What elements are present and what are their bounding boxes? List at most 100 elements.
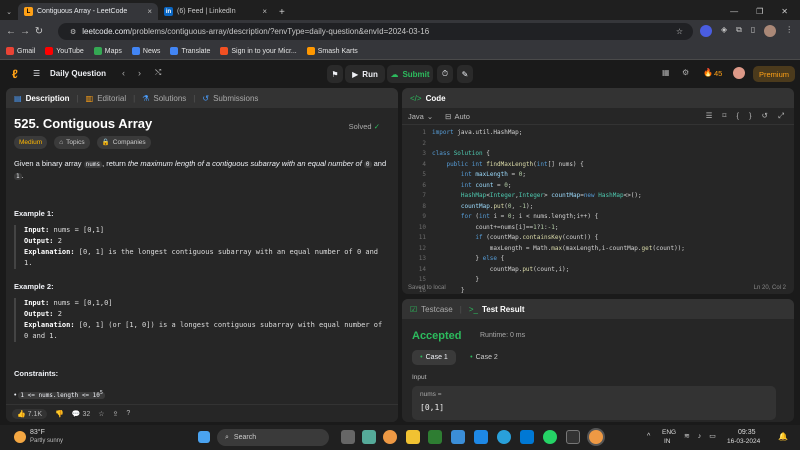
- extensions-puzzle-icon[interactable]: ⧉: [736, 25, 742, 37]
- code-line[interactable]: int maxLength = 0;: [432, 170, 526, 181]
- run-button[interactable]: ▶ Run: [345, 65, 385, 83]
- taskbar-search[interactable]: ⌕ Search: [217, 429, 329, 446]
- notes-icon[interactable]: ✎: [457, 65, 473, 83]
- case-1-button[interactable]: • Case 1: [412, 350, 456, 365]
- maximize-icon[interactable]: ❐: [756, 7, 763, 16]
- leetcode-logo-icon[interactable]: ℓ: [12, 67, 18, 81]
- language-code[interactable]: ENG: [662, 429, 676, 436]
- like-button[interactable]: 👍 7.1K: [12, 408, 48, 419]
- language-select[interactable]: Java: [408, 112, 424, 121]
- timer-icon[interactable]: ⏱: [437, 65, 453, 83]
- check-circle-icon: ✓: [373, 122, 380, 131]
- code-line[interactable]: HashMap<Integer,Integer> countMap=new Ha…: [432, 191, 642, 202]
- bookmark-news[interactable]: News: [131, 47, 160, 55]
- clock-time[interactable]: 09:35: [738, 429, 756, 436]
- tab-description[interactable]: Description: [26, 94, 70, 103]
- code-line[interactable]: for (int i = 0; i < nums.length;i++) {: [432, 212, 598, 223]
- vscode-icon[interactable]: [520, 430, 534, 444]
- forward-icon[interactable]: →: [18, 26, 32, 37]
- premium-button[interactable]: Premium: [753, 66, 795, 82]
- extension-icon[interactable]: ◈: [721, 25, 727, 37]
- code-line[interactable]: }: [432, 275, 479, 286]
- bookmark-microsoft[interactable]: Sign in to your Micr...: [220, 47, 297, 55]
- minimize-icon[interactable]: —: [730, 7, 738, 16]
- next-problem-icon[interactable]: ›: [138, 68, 141, 78]
- companies-button[interactable]: 🔒 Companies: [96, 136, 151, 149]
- shuffle-icon[interactable]: ⤭: [155, 68, 161, 78]
- settings-gear-icon[interactable]: ⚙: [682, 68, 689, 77]
- bookmark-star-icon[interactable]: ☆: [676, 27, 683, 36]
- bookmark-label: Smash Karts: [317, 47, 358, 55]
- back-icon[interactable]: ←: [4, 26, 18, 37]
- code-line[interactable]: count+=nums[i]==1?1:-1;: [432, 223, 558, 234]
- prev-problem-icon[interactable]: ‹: [122, 68, 125, 78]
- store-icon[interactable]: [428, 430, 442, 444]
- code-line[interactable]: int count = 0;: [432, 181, 512, 192]
- tab-submissions[interactable]: Submissions: [213, 94, 258, 103]
- code-line[interactable]: maxLength = Math.max(maxLength,i-countMa…: [432, 244, 685, 255]
- tab-search-icon[interactable]: ⌄: [0, 3, 18, 20]
- code-line[interactable]: class Solution {: [432, 149, 490, 160]
- case-2-button[interactable]: • Case 2: [462, 350, 506, 365]
- topics-button[interactable]: ⌂ Topics: [54, 136, 90, 149]
- difficulty-badge[interactable]: Medium: [14, 136, 48, 149]
- mail-icon[interactable]: [451, 430, 465, 444]
- code-line[interactable]: if (countMap.containsKey(count)) {: [432, 233, 598, 244]
- user-avatar[interactable]: [733, 67, 745, 79]
- code-line[interactable]: countMap.put(count,i);: [432, 265, 569, 276]
- sidepanel-icon[interactable]: ▯: [751, 25, 755, 37]
- whatsapp-icon[interactable]: [543, 430, 557, 444]
- notifications-icon[interactable]: 🔔: [778, 432, 788, 441]
- streak-fire-icon[interactable]: 🔥: [703, 68, 713, 77]
- code-line[interactable]: import java.util.HashMap;: [432, 128, 522, 139]
- window-close-icon[interactable]: ✕: [781, 7, 788, 16]
- daily-question-link[interactable]: Daily Question: [50, 69, 106, 78]
- editor-actions[interactable]: ☰ ⌑ { } ↺ ⤢: [706, 111, 788, 121]
- tray-chevron-icon[interactable]: ^: [647, 433, 650, 440]
- site-info-icon[interactable]: ⚙: [70, 28, 76, 36]
- share-icon[interactable]: ⇪: [113, 410, 119, 418]
- code-line[interactable]: } else {: [432, 254, 504, 265]
- close-icon[interactable]: ×: [147, 7, 152, 16]
- new-tab-button[interactable]: +: [273, 7, 291, 20]
- bookmark-smash-karts[interactable]: Smash Karts: [306, 47, 358, 55]
- submit-button[interactable]: ☁ Submit: [387, 65, 433, 83]
- bookmark-maps[interactable]: Maps: [93, 47, 122, 55]
- layout-icon[interactable]: ▦: [662, 68, 670, 77]
- problem-list-icon[interactable]: ☰: [33, 69, 40, 78]
- bookmark-youtube[interactable]: YouTube: [45, 47, 84, 55]
- task-view-icon[interactable]: [341, 430, 355, 444]
- tab-test-result[interactable]: Test Result: [482, 305, 525, 314]
- bookmark-translate[interactable]: Translate: [170, 47, 210, 55]
- tray-icons[interactable]: ≋ ♪ ▭: [684, 432, 719, 440]
- notion-icon[interactable]: [566, 430, 580, 444]
- profile-avatar[interactable]: [764, 25, 777, 37]
- edge-icon[interactable]: [474, 430, 488, 444]
- telegram-icon[interactable]: [497, 430, 511, 444]
- tab-testcase[interactable]: Testcase: [421, 305, 453, 314]
- windows-start-icon[interactable]: [198, 431, 210, 443]
- teams-icon[interactable]: [362, 430, 376, 444]
- help-icon[interactable]: ?: [126, 410, 130, 417]
- auto-mode[interactable]: Auto: [454, 112, 469, 121]
- favorite-star-icon[interactable]: ☆: [98, 410, 104, 418]
- chrome-active-icon[interactable]: [589, 430, 603, 444]
- extension-icon[interactable]: [700, 25, 712, 37]
- url-bar[interactable]: ⚙ leetcode.com/problems/contiguous-array…: [58, 23, 693, 40]
- dislike-icon[interactable]: 👎: [55, 410, 64, 418]
- chrome-icon[interactable]: [383, 430, 397, 444]
- bookmark-gmail[interactable]: Gmail: [6, 47, 35, 55]
- tab-linkedin[interactable]: in (6) Feed | LinkedIn ×: [158, 3, 273, 20]
- debug-icon[interactable]: ⚑: [327, 65, 343, 83]
- tab-solutions[interactable]: Solutions: [153, 94, 186, 103]
- reload-icon[interactable]: ↻: [32, 26, 46, 37]
- comments-button[interactable]: 💬 32: [72, 410, 90, 418]
- code-line[interactable]: public int findMaxLength(int[] nums) {: [432, 160, 583, 171]
- tab-editorial[interactable]: Editorial: [97, 94, 126, 103]
- code-line[interactable]: countMap.put(0, -1);: [432, 202, 533, 213]
- file-explorer-icon[interactable]: [406, 430, 420, 444]
- tab-leetcode[interactable]: L Contiguous Array - LeetCode ×: [18, 3, 158, 20]
- close-icon[interactable]: ×: [262, 7, 267, 16]
- weather-sun-icon[interactable]: [14, 431, 26, 443]
- menu-icon[interactable]: ⋮: [785, 25, 793, 37]
